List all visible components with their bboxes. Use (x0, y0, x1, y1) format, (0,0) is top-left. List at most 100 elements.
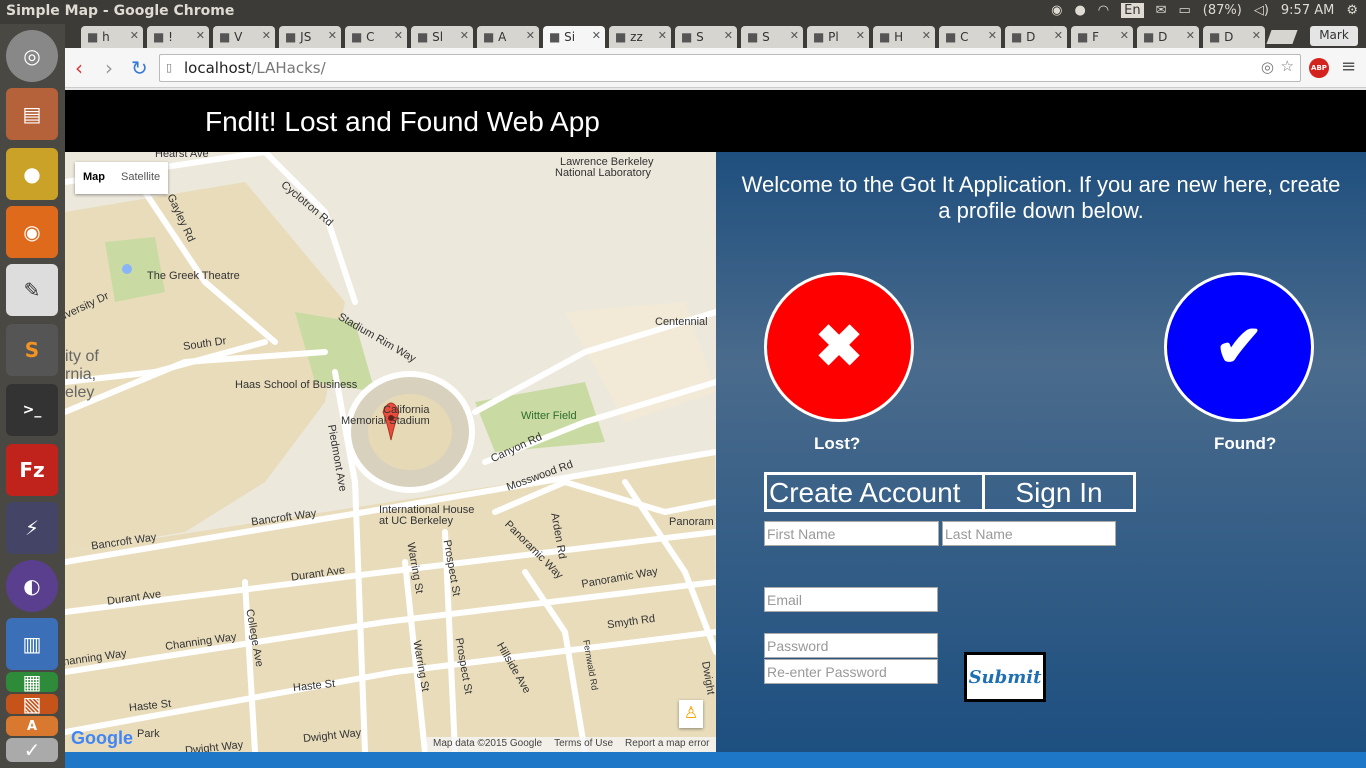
tab-label: D (1158, 30, 1168, 44)
tab-3[interactable]: ■ JS ✕ (279, 26, 341, 48)
tab-label: JS (300, 30, 312, 44)
close-tab-icon[interactable]: ✕ (262, 29, 271, 42)
settings-icon[interactable]: ⚙ (1346, 3, 1358, 18)
remote-desktop-icon[interactable]: ⚡ (6, 502, 58, 554)
adblock-icon[interactable]: ABP (1309, 58, 1329, 78)
tab-1[interactable]: ■ ! ✕ (147, 26, 209, 48)
tab-15[interactable]: ■ F ✕ (1071, 26, 1133, 48)
submit-button[interactable]: Submit (964, 652, 1046, 702)
tab-6[interactable]: ■ A ✕ (477, 26, 539, 48)
mail-icon[interactable]: ✉ (1156, 3, 1167, 18)
dropbox-icon[interactable]: ◉ (1051, 3, 1062, 18)
close-tab-icon[interactable]: ✕ (394, 29, 403, 42)
google-logo[interactable]: Google (71, 728, 133, 749)
favicon-icon: ■ (153, 30, 169, 44)
welcome-text: Welcome to the Got It Application. If yo… (741, 172, 1341, 223)
tab-16[interactable]: ■ D ✕ (1137, 26, 1199, 48)
clock[interactable]: 9:57 AM (1281, 3, 1334, 18)
tab-14[interactable]: ■ D ✕ (1005, 26, 1067, 48)
close-tab-icon[interactable]: ✕ (1252, 29, 1261, 42)
reload-icon[interactable]: ↻ (131, 56, 148, 80)
web-page: FndIt! Lost and Found Web App Map Satell… (65, 90, 1366, 768)
software-center-icon[interactable]: A (6, 716, 58, 736)
favicon-icon: ■ (351, 30, 367, 44)
tab-7[interactable]: ■ Si ✕ (543, 26, 605, 48)
tab-11[interactable]: ■ Pl ✕ (807, 26, 869, 48)
tab-create-account[interactable]: Create Account (767, 475, 985, 509)
pegman-icon[interactable]: ♙ (679, 700, 703, 728)
close-tab-icon[interactable]: ✕ (658, 29, 667, 42)
email-field[interactable]: Email (764, 587, 938, 612)
chrome-launcher-icon[interactable]: ● (6, 148, 58, 200)
map-type-map-button[interactable]: Map (75, 162, 113, 194)
close-tab-icon[interactable]: ✕ (922, 29, 931, 42)
os-top-bar: Simple Map - Google Chrome ◉ ● ◠ En ✉ ▭ … (0, 0, 1366, 24)
close-tab-icon[interactable]: ✕ (724, 29, 733, 42)
reenter-password-field[interactable]: Re-enter Password (764, 659, 938, 684)
close-tab-icon[interactable]: ✕ (328, 29, 337, 42)
close-tab-icon[interactable]: ✕ (1186, 29, 1195, 42)
tab-12[interactable]: ■ H ✕ (873, 26, 935, 48)
close-tab-icon[interactable]: ✕ (592, 29, 601, 42)
close-tab-icon[interactable]: ✕ (988, 29, 997, 42)
page-footer-strip (65, 752, 1366, 768)
ubuntu-dash-icon[interactable]: ◎ (6, 30, 58, 82)
favicon-icon: ■ (879, 30, 895, 44)
volume-icon[interactable]: ◁) (1254, 3, 1269, 18)
profile-button[interactable]: Mark (1310, 26, 1358, 46)
tab-2[interactable]: ■ V ✕ (213, 26, 275, 48)
libreoffice-writer-icon[interactable]: ▥ (6, 618, 58, 670)
wifi-icon[interactable]: ◠ (1098, 3, 1109, 18)
map-label: Centennial (655, 316, 708, 328)
close-tab-icon[interactable]: ✕ (790, 29, 799, 42)
lost-button[interactable]: ✖ (764, 272, 914, 422)
eclipse-icon[interactable]: ◐ (6, 560, 58, 612)
found-button[interactable]: ✔ (1164, 272, 1314, 422)
chrome-tray-icon[interactable]: ● (1074, 3, 1085, 18)
close-tab-icon[interactable]: ✕ (460, 29, 469, 42)
keyboard-indicator[interactable]: En (1121, 3, 1144, 18)
location-icon[interactable]: ◎ (1261, 58, 1274, 76)
close-tab-icon[interactable]: ✕ (856, 29, 865, 42)
google-map[interactable]: Map Satellite Hearst Ave Lawrence Berkel… (65, 152, 716, 752)
firefox-icon[interactable]: ◉ (6, 206, 58, 258)
tab-9[interactable]: ■ S ✕ (675, 26, 737, 48)
tab-13[interactable]: ■ C ✕ (939, 26, 1001, 48)
close-tab-icon[interactable]: ✕ (196, 29, 205, 42)
text-editor-icon[interactable]: ✎ (6, 264, 58, 316)
sublime-icon[interactable]: S (6, 324, 58, 376)
map-canvas[interactable] (65, 152, 716, 752)
first-name-field[interactable]: First Name (764, 521, 939, 546)
battery-icon[interactable]: ▭ (1178, 3, 1190, 18)
close-tab-icon[interactable]: ✕ (130, 29, 139, 42)
filezilla-icon[interactable]: Fz (6, 444, 58, 496)
libreoffice-calc-icon[interactable]: ▦ (6, 670, 58, 694)
password-field[interactable]: Password (764, 633, 938, 658)
tab-10[interactable]: ■ S ✕ (741, 26, 803, 48)
report-error-link[interactable]: Report a map error (625, 738, 709, 751)
map-type-satellite-button[interactable]: Satellite (113, 162, 168, 194)
trash-icon[interactable]: ✓ (6, 738, 58, 762)
tab-17[interactable]: ■ D ✕ (1203, 26, 1265, 48)
tab-sign-in[interactable]: Sign In (985, 475, 1133, 509)
libreoffice-impress-icon[interactable]: ▧ (6, 692, 58, 716)
terms-link[interactable]: Terms of Use (554, 738, 613, 751)
map-label: The Greek Theatre (147, 270, 240, 282)
close-tab-icon[interactable]: ✕ (1120, 29, 1129, 42)
tab-4[interactable]: ■ C ✕ (345, 26, 407, 48)
bookmark-star-icon[interactable]: ☆ (1281, 57, 1294, 75)
last-name-field[interactable]: Last Name (942, 521, 1116, 546)
tab-0[interactable]: ■ h ✕ (81, 26, 143, 48)
address-bar[interactable]: ▯ localhost/LAHacks/ ◎ ☆ (159, 54, 1301, 82)
close-tab-icon[interactable]: ✕ (526, 29, 535, 42)
back-icon[interactable]: ‹ (75, 56, 83, 80)
menu-icon[interactable]: ≡ (1341, 56, 1356, 77)
map-label: eley (65, 384, 95, 401)
terminal-icon[interactable]: >_ (6, 384, 58, 436)
tab-5[interactable]: ■ Sl ✕ (411, 26, 473, 48)
tab-8[interactable]: ■ zz ✕ (609, 26, 671, 48)
files-icon[interactable]: ▤ (6, 88, 58, 140)
new-tab-button[interactable] (1266, 30, 1298, 44)
forward-icon[interactable]: › (105, 56, 113, 80)
close-tab-icon[interactable]: ✕ (1054, 29, 1063, 42)
